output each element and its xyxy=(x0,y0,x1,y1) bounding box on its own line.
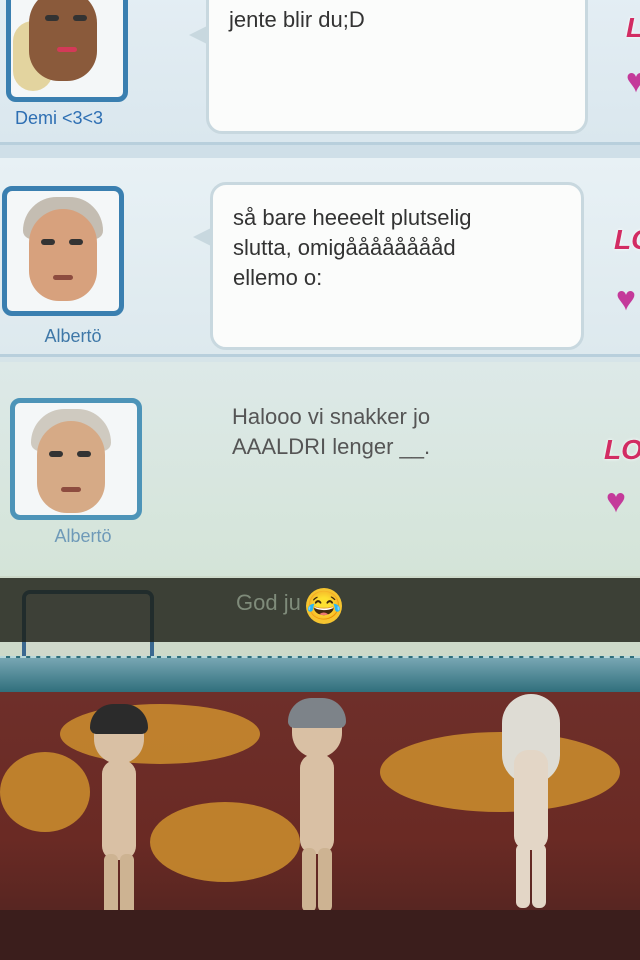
character-leg xyxy=(104,854,118,918)
love-badge[interactable]: LO xyxy=(604,434,640,466)
sender-name[interactable]: Albertö xyxy=(8,326,138,347)
character-body xyxy=(514,750,548,850)
message-bubble: jente blir du;D xyxy=(189,0,588,134)
avatar-mouth xyxy=(61,487,81,492)
avatar[interactable] xyxy=(6,0,128,102)
avatar-eye xyxy=(45,15,59,21)
character-leg xyxy=(318,848,332,912)
avatar-mouth xyxy=(57,47,77,52)
character-hair xyxy=(90,704,148,734)
avatar-eye xyxy=(41,239,55,245)
tears-of-joy-emoji-icon: 😂 xyxy=(306,588,342,624)
heart-icon[interactable]: ♥ xyxy=(618,64,640,98)
character-leg xyxy=(120,854,134,918)
character-leg xyxy=(516,844,530,908)
avatar-eye xyxy=(49,451,63,457)
floor-shadow xyxy=(0,910,640,960)
character-leg xyxy=(532,844,546,908)
heart-icon[interactable]: ♥ xyxy=(608,282,640,316)
avatar-face xyxy=(29,0,97,81)
character-body xyxy=(102,760,136,860)
avatar-eye xyxy=(77,451,91,457)
love-badge[interactable]: LO xyxy=(626,12,640,44)
message-text: jente blir du;D xyxy=(229,7,365,32)
character-leg xyxy=(302,848,316,912)
sender-name[interactable]: Albertö xyxy=(18,526,148,547)
avatar-eye xyxy=(69,239,83,245)
avatar-face xyxy=(29,209,97,301)
avatar-character[interactable] xyxy=(496,694,566,908)
message-text: Halooo vi snakker jo AAALDRI lenger __. xyxy=(232,404,431,459)
avatar-face xyxy=(37,421,105,513)
character-cap xyxy=(288,698,346,728)
sender-name[interactable]: Demi <3<3 xyxy=(0,108,124,129)
caption-text: God ju xyxy=(236,590,301,615)
chat-screen: Demi <3<3 jente blir du;D LO ♥ Albertö s… xyxy=(0,0,640,960)
rug xyxy=(150,802,300,882)
message-bubble: så bare heeeelt plutselig slutta, omigåå… xyxy=(193,182,584,350)
avatar[interactable] xyxy=(2,186,124,316)
love-badge[interactable]: LO xyxy=(614,224,640,256)
avatar-eye xyxy=(73,15,87,21)
avatar[interactable] xyxy=(10,398,142,520)
avatar-character[interactable] xyxy=(84,704,154,918)
message-text: så bare heeeelt plutselig slutta, omigåå… xyxy=(233,205,472,290)
room-rail xyxy=(0,656,640,694)
avatar-mouth xyxy=(53,275,73,280)
rug xyxy=(0,752,90,832)
character-body xyxy=(300,754,334,854)
avatar-character[interactable] xyxy=(282,698,352,912)
heart-icon[interactable]: ♥ xyxy=(598,484,634,518)
